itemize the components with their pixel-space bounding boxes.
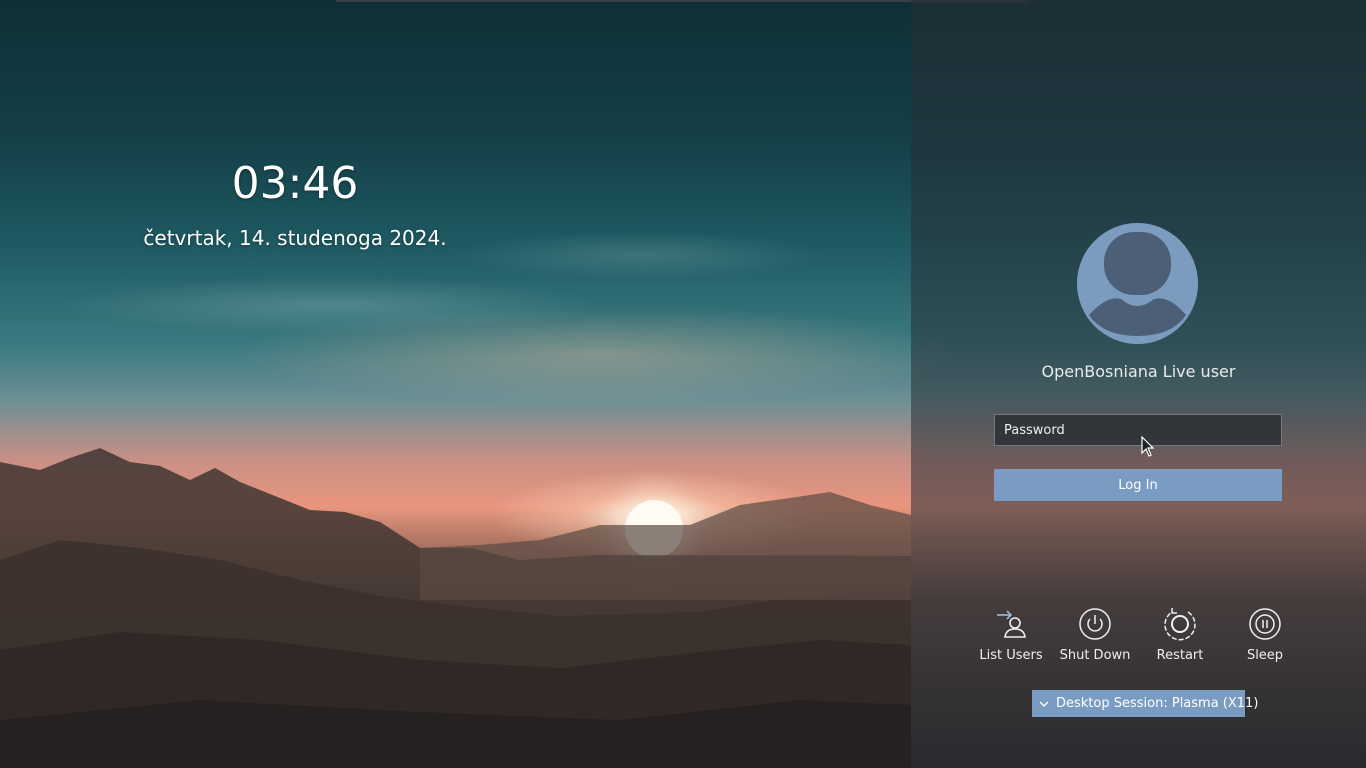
clock-time: 03:46 (231, 158, 359, 209)
restart-icon (1164, 608, 1196, 641)
login-screen: 03:46 četvrtak, 14. studenoga 2024. Open… (0, 0, 1366, 768)
list-users-label: List Users (979, 648, 1043, 663)
chevron-down-icon (1039, 699, 1049, 709)
desktop-session-label: Desktop Session: Plasma (X11) (1056, 696, 1259, 711)
sleep-icon (1249, 608, 1281, 640)
user-silhouette-icon (1077, 223, 1198, 344)
mouse-cursor-icon (1141, 436, 1155, 457)
password-input[interactable] (994, 414, 1282, 446)
clock-date: četvrtak, 14. studenoga 2024. (143, 226, 447, 250)
restart-button[interactable]: Restart (1140, 606, 1220, 670)
desktop-session-select[interactable]: Desktop Session: Plasma (X11) (1032, 690, 1258, 717)
sleep-button[interactable]: Sleep (1225, 606, 1305, 670)
login-button[interactable]: Log In (994, 469, 1282, 501)
list-users-button[interactable]: List Users (971, 606, 1051, 670)
user-avatar[interactable] (1077, 223, 1198, 344)
list-users-icon (997, 610, 1026, 638)
shut-down-label: Shut Down (1059, 648, 1131, 663)
shut-down-button[interactable]: Shut Down (1055, 606, 1135, 670)
power-icon (1079, 608, 1111, 640)
restart-label: Restart (1156, 648, 1204, 663)
username-label: OpenBosniana Live user (1041, 362, 1236, 381)
sleep-label: Sleep (1246, 648, 1284, 663)
